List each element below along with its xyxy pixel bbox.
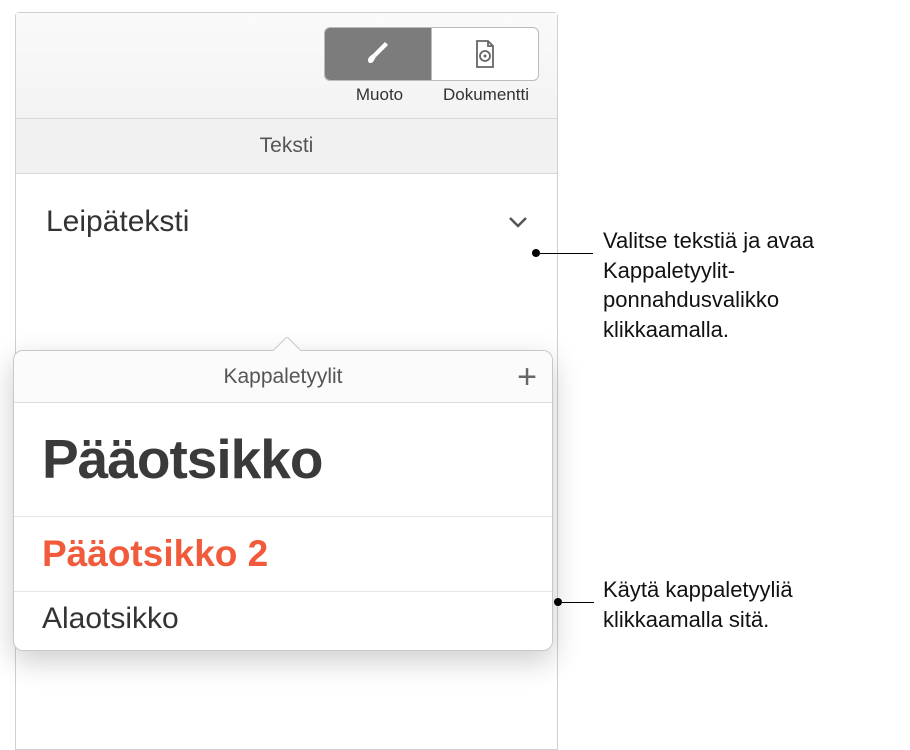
popover-arrow bbox=[272, 337, 300, 351]
callout-text-top: Valitse tekstiä ja avaa Kappaletyylit-po… bbox=[603, 226, 903, 345]
toolbar: Muoto Dokumentti bbox=[16, 13, 557, 119]
text-tab-header[interactable]: Teksti bbox=[16, 119, 557, 174]
toolbar-labels: Muoto Dokumentti bbox=[326, 85, 539, 105]
format-label: Muoto bbox=[326, 85, 433, 105]
style-list: Pääotsikko Pääotsikko 2 Alaotsikko bbox=[14, 403, 552, 650]
style-item-title[interactable]: Pääotsikko bbox=[14, 403, 552, 517]
paragraph-styles-popover: Kappaletyylit + Pääotsikko Pääotsikko 2 … bbox=[13, 350, 553, 651]
document-icon bbox=[473, 39, 497, 69]
document-label: Dokumentti bbox=[433, 85, 539, 105]
text-tab-label: Teksti bbox=[260, 134, 314, 158]
style-item-label: Pääotsikko 2 bbox=[42, 533, 524, 575]
style-item-title2[interactable]: Pääotsikko 2 bbox=[14, 517, 552, 592]
callout-line bbox=[540, 253, 593, 254]
style-item-label: Alaotsikko bbox=[42, 602, 524, 636]
callout-line bbox=[562, 602, 594, 603]
callout-dot bbox=[554, 598, 562, 606]
inspector-segmented-control bbox=[324, 27, 539, 81]
current-style-name: Leipäteksti bbox=[46, 205, 509, 239]
popover-header: Kappaletyylit + bbox=[14, 351, 552, 403]
style-item-subtitle[interactable]: Alaotsikko bbox=[14, 592, 552, 650]
popover-title: Kappaletyylit bbox=[14, 365, 502, 389]
brush-icon bbox=[363, 39, 393, 69]
callout-text-bottom: Käytä kappaletyyliä klikkaamalla sitä. bbox=[603, 575, 903, 634]
add-style-button[interactable]: + bbox=[502, 360, 552, 394]
format-tab-button[interactable] bbox=[325, 28, 431, 80]
paragraph-style-selector[interactable]: Leipäteksti bbox=[16, 174, 557, 269]
style-item-label: Pääotsikko bbox=[42, 429, 524, 490]
chevron-down-icon[interactable] bbox=[509, 216, 527, 228]
document-tab-button[interactable] bbox=[432, 28, 538, 80]
callout-dot bbox=[532, 249, 540, 257]
